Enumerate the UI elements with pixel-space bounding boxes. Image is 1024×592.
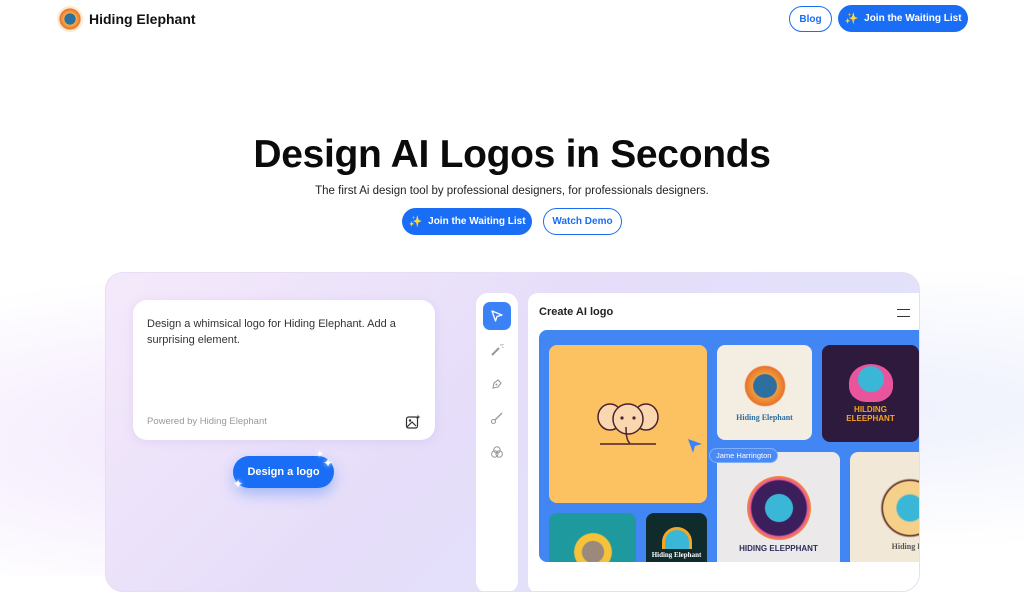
logo-tile[interactable]: Hiding Elephant [717,345,812,440]
add-image-icon[interactable] [405,414,421,430]
menu-icon[interactable] [897,309,910,317]
sparkle-icon: ✦ [233,477,244,491]
elephant-icon [848,364,893,402]
canvas-panel: Create AI logo Hiding Elephant HILDING E… [528,293,919,591]
prompt-input[interactable]: Design a whimsical logo for Hiding Eleph… [147,316,417,348]
hero-join-waitlist-button[interactable]: ✨ Join the Waiting List [402,208,532,235]
pen-nib-icon [492,379,502,389]
sparkle-icon: ✦ [323,456,334,470]
elephant-icon [741,363,788,409]
logo-tile[interactable]: HIDING ELEPPHANT [717,452,840,562]
elephant-icon [661,527,692,549]
powered-by-label: Powered by Hiding Elephant [147,416,267,427]
brand-name: Hiding Elephant [89,11,196,27]
logo-tile[interactable] [549,345,707,503]
top-nav: Hiding Elephant Blog ✨ Join the Waiting … [0,0,1024,38]
page-subtitle: The first Ai design tool by professional… [315,185,709,197]
brush-tool-button[interactable] [483,404,511,432]
nav-join-waitlist-label: Join the Waiting List [864,13,962,24]
logo-tile[interactable] [549,513,636,562]
magic-wand-icon [491,344,504,356]
collaborator-cursor-icon [688,439,702,453]
elephant-logo-icon [57,6,83,32]
logo-tile[interactable]: Hiding Elephant [646,513,707,562]
collaborator-name-tag: Jame Harrington [709,448,779,463]
page-title: Design AI Logos in Seconds [253,133,771,176]
cursor-icon [491,310,503,322]
elephant-icon [597,403,659,445]
logo-board: Hiding Elephant HILDING ELEEPHANT HIDING… [539,330,919,562]
pen-tool-button[interactable] [483,370,511,398]
logo-tile[interactable]: Hiding Ele [850,452,919,562]
brand[interactable]: Hiding Elephant [57,6,196,32]
nav-join-waitlist-button[interactable]: ✨ Join the Waiting List [838,5,968,32]
design-logo-button[interactable]: Design a logo [233,456,334,488]
magic-wand-icon: ✨ [844,13,859,25]
brush-icon [490,412,503,425]
color-circles-icon [491,446,503,458]
blend-tool-button[interactable] [483,438,511,466]
magic-wand-icon: ✨ [408,216,423,228]
logo-tile[interactable]: HILDING ELEEPHANT [822,345,919,442]
watch-demo-button[interactable]: Watch Demo [543,208,622,235]
elephant-icon [570,531,615,562]
tool-sidebar [476,293,518,591]
product-demo-panel: Design a whimsical logo for Hiding Eleph… [105,272,920,592]
canvas-title: Create AI logo [539,306,614,318]
hero-join-waitlist-label: Join the Waiting List [428,216,526,227]
elephant-icon [880,478,919,538]
select-tool-button[interactable] [483,302,511,330]
blog-button[interactable]: Blog [789,6,832,32]
elephant-icon [746,476,811,540]
magic-wand-tool-button[interactable] [483,336,511,364]
prompt-card[interactable]: Design a whimsical logo for Hiding Eleph… [133,300,435,440]
